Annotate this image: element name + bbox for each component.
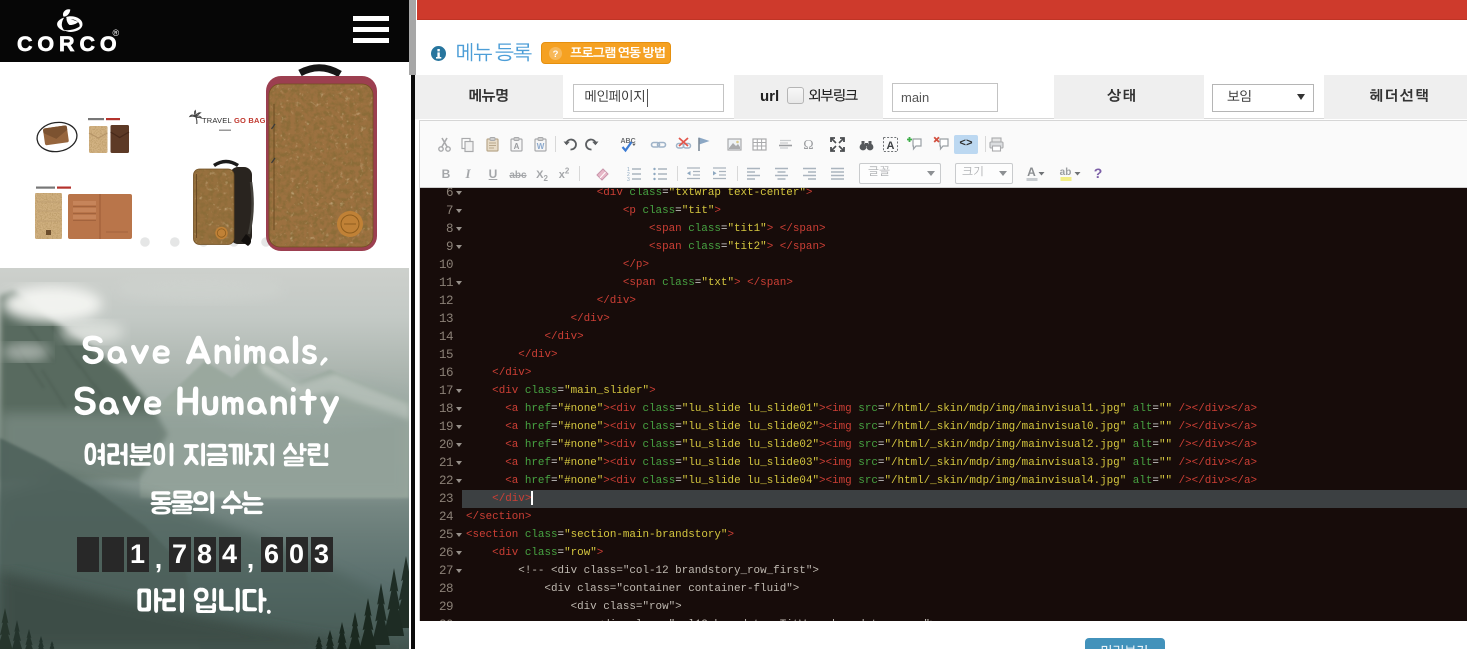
svg-text:?: ?: [553, 49, 559, 60]
svg-text:ab: ab: [1060, 167, 1072, 178]
svg-text:A: A: [886, 140, 894, 152]
svg-text:GO BAG: GO BAG: [234, 116, 266, 125]
svg-text:3: 3: [627, 177, 630, 182]
svg-text:Ω: Ω: [803, 138, 813, 153]
svg-text:W: W: [536, 142, 544, 151]
svg-text:TRAVEL: TRAVEL: [202, 116, 232, 125]
svg-text:A: A: [513, 142, 519, 151]
svg-text:A: A: [1027, 165, 1036, 179]
